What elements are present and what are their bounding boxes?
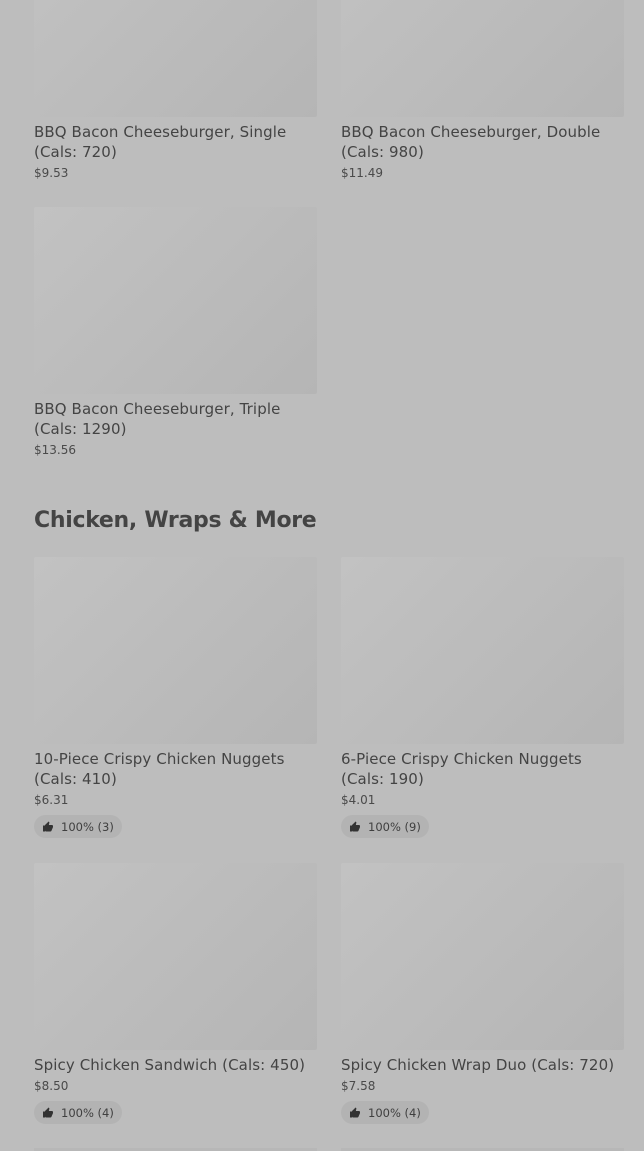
rating-badge: 100% (4) bbox=[341, 1101, 429, 1124]
menu-item-price: $4.01 bbox=[341, 793, 376, 807]
menu-item-image bbox=[341, 0, 624, 117]
menu-item-card[interactable]: 6-Piece Crispy Chicken Nuggets (Cals: 19… bbox=[341, 557, 625, 808]
menu-item-price: $7.58 bbox=[341, 1079, 376, 1093]
menu-item-card[interactable]: 10-Piece Crispy Chicken Nuggets (Cals: 4… bbox=[34, 557, 318, 808]
menu-item-price: $6.31 bbox=[34, 793, 69, 807]
menu-item-name: BBQ Bacon Cheeseburger, Triple (Cals: 12… bbox=[34, 400, 281, 438]
rating-badge: 100% (3) bbox=[34, 815, 122, 838]
menu-item-card[interactable]: BBQ Bacon Cheeseburger, Triple (Cals: 12… bbox=[34, 207, 318, 458]
menu-item-name: BBQ Bacon Cheeseburger, Single (Cals: 72… bbox=[34, 123, 287, 161]
menu-item-card[interactable]: BBQ Bacon Cheeseburger, Single (Cals: 72… bbox=[34, 0, 318, 181]
thumbs-up-icon bbox=[43, 821, 53, 831]
thumbs-up-icon bbox=[350, 1107, 360, 1117]
menu-item-image bbox=[34, 863, 317, 1050]
menu-item-image bbox=[34, 557, 317, 744]
menu-item-price: $11.49 bbox=[341, 166, 383, 180]
menu-item-price: $9.53 bbox=[34, 166, 69, 180]
menu-item-image bbox=[34, 0, 317, 117]
menu-item-card[interactable]: BBQ Bacon Cheeseburger, Double (Cals: 98… bbox=[341, 0, 625, 181]
thumbs-up-icon bbox=[43, 1107, 53, 1117]
rating-text: 100% (9) bbox=[368, 819, 421, 834]
menu-item-card[interactable]: Spicy Chicken Sandwich (Cals: 450) $8.50 bbox=[34, 863, 318, 1094]
section-title: Chicken, Wraps & More bbox=[34, 508, 317, 533]
rating-badge: 100% (4) bbox=[34, 1101, 122, 1124]
menu-item-price: $8.50 bbox=[34, 1079, 69, 1093]
menu-item-name: Spicy Chicken Wrap Duo (Cals: 720) bbox=[341, 1056, 615, 1074]
menu-item-image bbox=[34, 207, 317, 394]
menu-item-image bbox=[341, 863, 624, 1050]
menu-item-name: 10-Piece Crispy Chicken Nuggets (Cals: 4… bbox=[34, 750, 285, 788]
menu-item-name: 6-Piece Crispy Chicken Nuggets (Cals: 19… bbox=[341, 750, 582, 788]
menu-item-card[interactable]: Spicy Chicken Wrap Duo (Cals: 720) $7.58 bbox=[341, 863, 625, 1094]
thumbs-up-icon bbox=[350, 821, 360, 831]
rating-text: 100% (4) bbox=[368, 1105, 421, 1120]
rating-badge: 100% (9) bbox=[341, 815, 429, 838]
menu-item-name: Spicy Chicken Sandwich (Cals: 450) bbox=[34, 1056, 306, 1074]
rating-text: 100% (4) bbox=[61, 1105, 114, 1120]
menu-item-name: BBQ Bacon Cheeseburger, Double (Cals: 98… bbox=[341, 123, 601, 161]
menu-item-price: $13.56 bbox=[34, 443, 76, 457]
rating-text: 100% (3) bbox=[61, 819, 114, 834]
menu-item-image bbox=[341, 557, 624, 744]
